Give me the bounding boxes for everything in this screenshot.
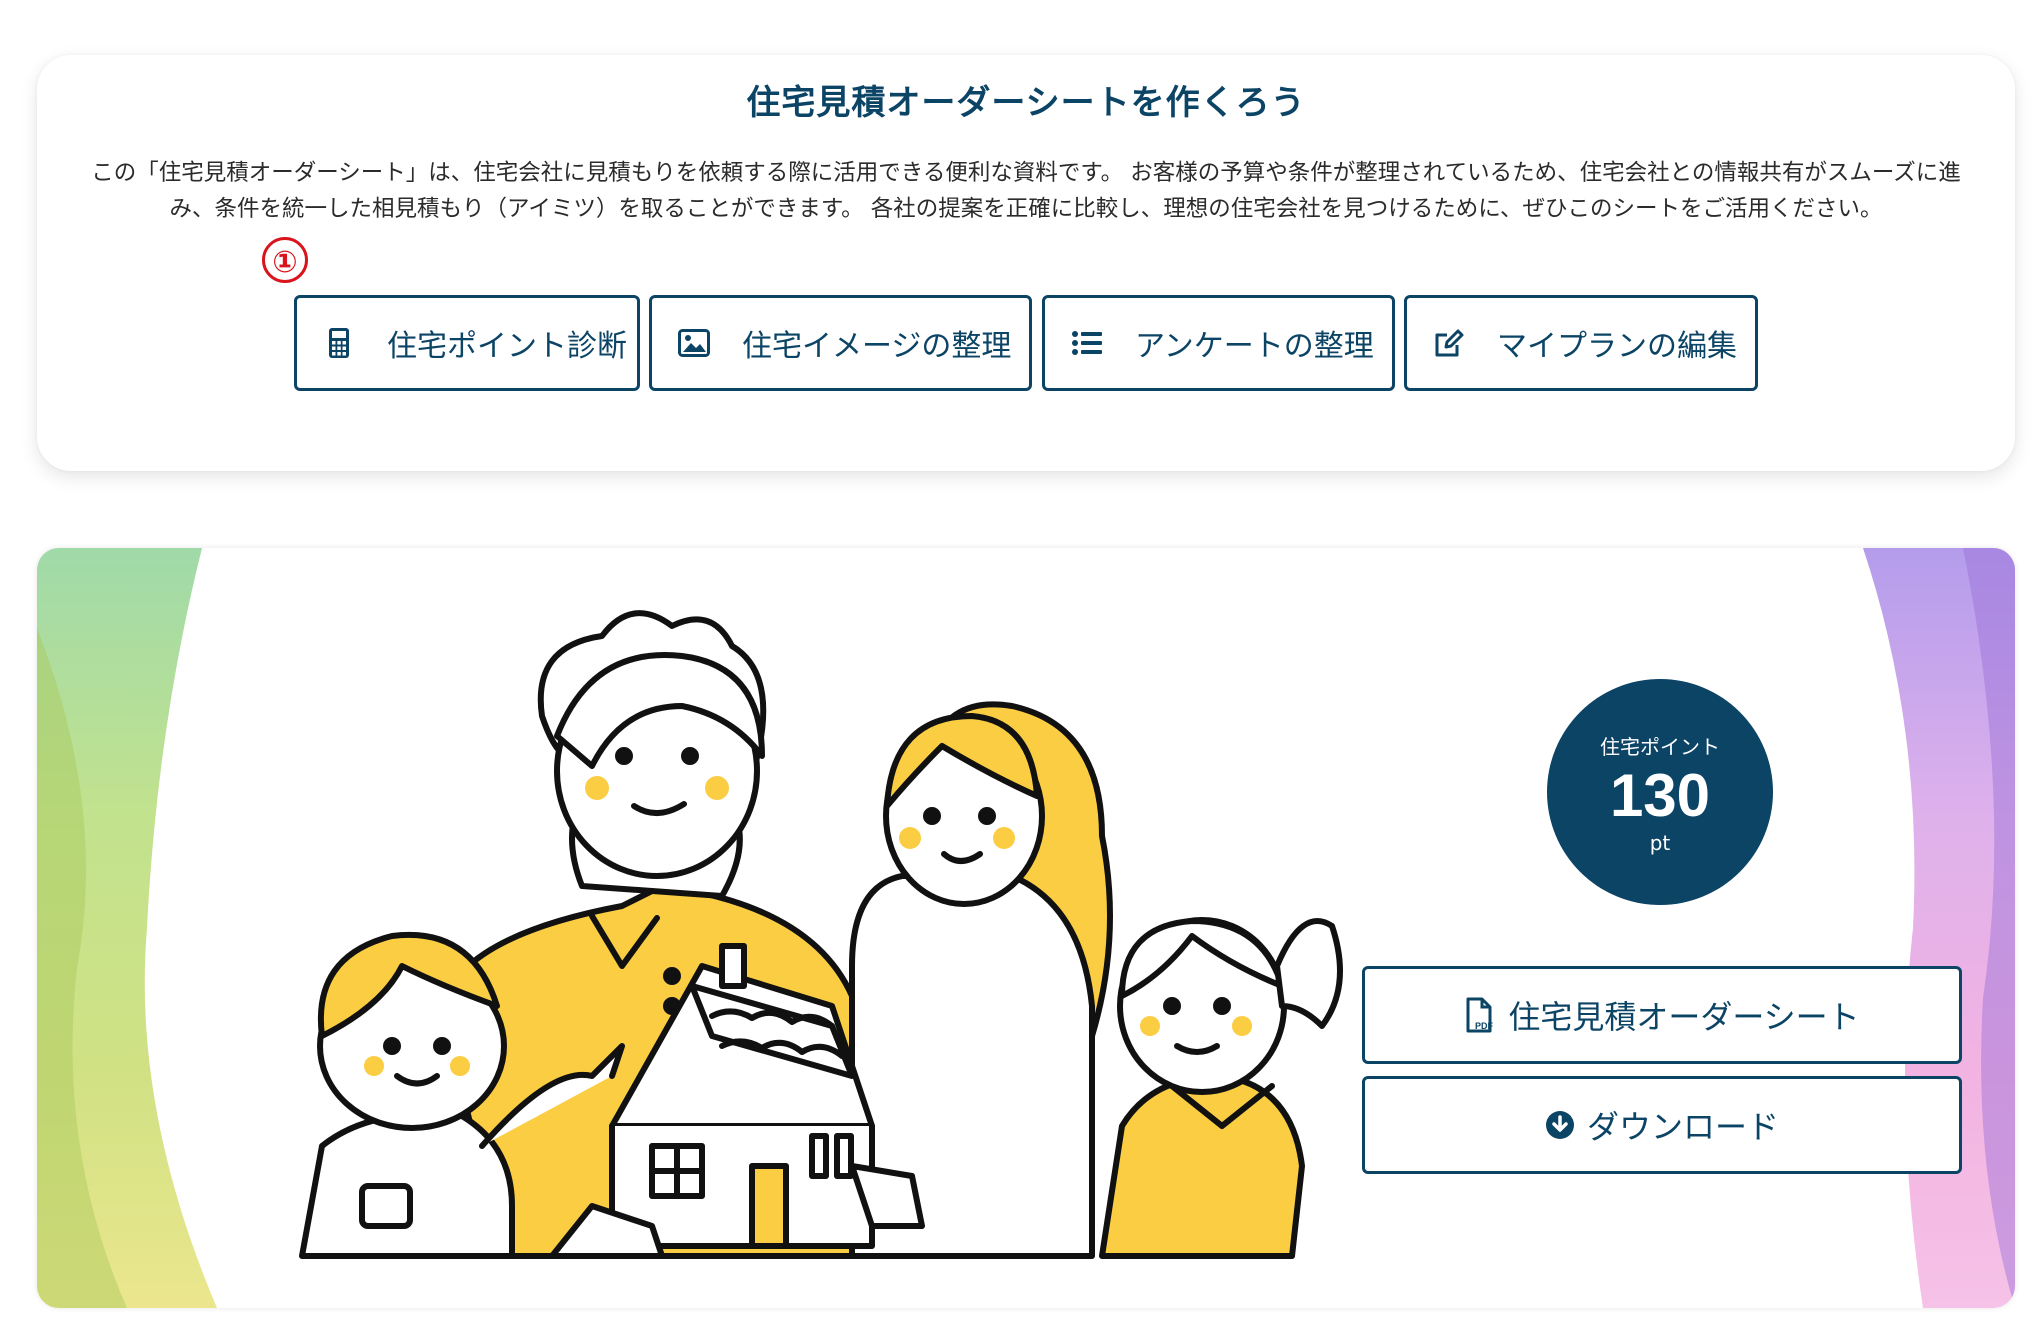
download-button[interactable]: ダウンロード [1362, 1076, 1962, 1174]
button-label: マイプランの編集 [1497, 329, 1737, 364]
download-circle-icon [1545, 1110, 1575, 1140]
result-card: 住宅ポイント 130 pt PDF 住宅見積オーダーシート ダウンロード [37, 548, 2015, 1308]
intro-description: この「住宅見積オーダーシート」は、住宅会社に見積もりを依頼する際に活用できる便利… [91, 160, 1961, 222]
housing-points-badge: 住宅ポイント 130 pt [1547, 679, 1773, 905]
step-marker: ① [262, 237, 308, 283]
intro-card: 住宅見積オーダーシートを作くろう この「住宅見積オーダーシート」は、住宅会社に見… [37, 55, 2015, 471]
list-icon [1067, 323, 1107, 363]
download-label: ダウンロード [1586, 1108, 1779, 1146]
calculator-icon [319, 323, 359, 363]
edit-my-plan-button[interactable]: マイプランの編集 [1404, 295, 1758, 391]
points-label: 住宅ポイント [1600, 735, 1720, 759]
button-label: 住宅イメージの整理 [742, 329, 1012, 364]
family-illustration [299, 610, 1343, 1259]
points-value: 130 [1609, 762, 1711, 829]
housing-point-diagnosis-button[interactable]: 住宅ポイント診断 [294, 295, 640, 391]
image-icon [674, 323, 714, 363]
organize-questionnaire-button[interactable]: アンケートの整理 [1042, 295, 1395, 391]
organize-house-image-button[interactable]: 住宅イメージの整理 [649, 295, 1032, 391]
pdf-file-icon: PDF [1464, 997, 1496, 1033]
watercolor-decoration-left [37, 548, 217, 1308]
button-label: 住宅ポイント診断 [387, 329, 627, 364]
button-label: アンケートの整理 [1135, 329, 1374, 364]
svg-text:PDF: PDF [1475, 1021, 1494, 1031]
edit-icon [1429, 323, 1469, 363]
order-sheet-button[interactable]: PDF 住宅見積オーダーシート [1362, 966, 1962, 1064]
watercolor-decoration-right [1863, 548, 2015, 1308]
points-unit: pt [1649, 831, 1671, 855]
order-sheet-label: 住宅見積オーダーシート [1508, 998, 1860, 1036]
page-title: 住宅見積オーダーシートを作くろう [746, 83, 1306, 123]
